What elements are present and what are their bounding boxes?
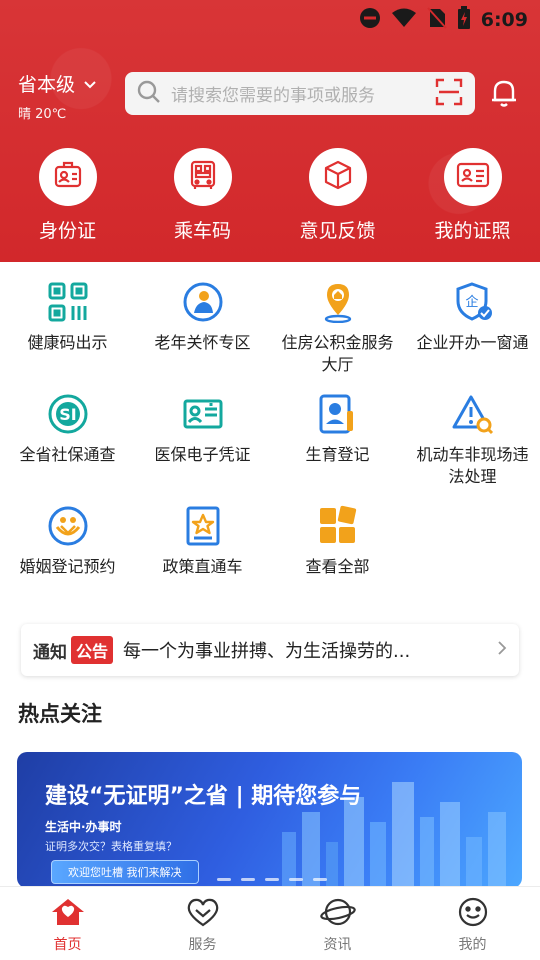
carousel-dots: [217, 878, 327, 881]
service-label: 全省社保通查: [19, 445, 116, 464]
quick-label: 我的证照: [434, 220, 511, 242]
nav-item-me[interactable]: 我的: [405, 887, 540, 960]
service-label: 住房公积金服务大厅: [281, 333, 394, 374]
bottom-nav: 首页 服务 资讯 我的: [0, 886, 540, 960]
medical-card-icon: [181, 392, 225, 436]
heart-service-icon: [185, 897, 221, 931]
marriage-registration-icon: [46, 504, 90, 548]
home-icon: [50, 897, 86, 931]
notice-text: 每一个为事业拼搏、为生活操劳的...: [123, 641, 411, 662]
carousel-dot[interactable]: [241, 878, 255, 881]
service-label: 生育登记: [305, 445, 370, 464]
svg-text:企: 企: [465, 294, 478, 310]
service-view-all[interactable]: 查看全部: [270, 504, 405, 616]
service-health-code[interactable]: 健康码出示: [0, 280, 135, 392]
quick-id-card[interactable]: 身份证: [0, 148, 135, 243]
nav-label: 资讯: [323, 937, 352, 953]
housing-fund-icon: [316, 280, 360, 324]
service-label: 机动车非现场违法处理: [416, 445, 529, 486]
smiley-profile-icon: [455, 897, 491, 931]
service-housing-fund[interactable]: 住房公积金服务大厅: [270, 280, 405, 392]
feedback-box-icon: [322, 159, 354, 195]
services-grid: 健康码出示 老年关怀专区 住房公积金服务大厅 企 企业开办一窗通 SI 全省社保…: [0, 280, 540, 616]
section-title-hot: 热点关注: [18, 702, 102, 726]
nav-label: 我的: [458, 937, 487, 953]
service-marriage[interactable]: 婚姻登记预约: [0, 504, 135, 616]
city-skyline-illustration: [282, 782, 506, 888]
location-name: 省本级: [18, 74, 76, 96]
nav-label: 首页: [53, 937, 82, 953]
quick-actions: 身份证 乘车码 意见反馈 我的证照: [0, 148, 540, 243]
bus-qr-icon: [187, 159, 219, 195]
quick-feedback[interactable]: 意见反馈: [270, 148, 405, 243]
notice-bar[interactable]: 通知 公告 每一个为事业拼搏、为生活操劳的...: [21, 624, 519, 676]
search-icon: [137, 80, 161, 108]
service-birth-registration[interactable]: 生育登记: [270, 392, 405, 504]
notice-tag-left: 通知: [33, 642, 67, 663]
svg-text:SI: SI: [59, 405, 76, 424]
health-code-icon: [46, 280, 90, 324]
battery-icon: [457, 6, 471, 34]
view-all-grid-icon: [316, 504, 360, 548]
weather-text: 晴 20℃: [18, 107, 67, 122]
enterprise-shield-icon: 企: [451, 280, 495, 324]
service-label: 医保电子凭证: [154, 445, 251, 464]
banner-subtitle: 生活中·办事时: [45, 820, 122, 834]
search-placeholder: 请搜索您需要的事项或服务: [171, 86, 375, 106]
news-planet-icon: [319, 897, 356, 931]
status-time: 6:09: [480, 9, 528, 31]
service-label: 查看全部: [305, 557, 370, 576]
chevron-down-icon: [83, 73, 97, 95]
carousel-dot[interactable]: [217, 878, 231, 881]
header-hero: 6:09 省本级 晴 20℃ 请搜索您需要的事项或服务 身份证 乘车码 意见反馈…: [0, 0, 540, 262]
carousel-dot[interactable]: [289, 878, 303, 881]
banner-button[interactable]: 欢迎您吐槽 我们来解决: [51, 860, 199, 884]
service-label: 政策直通车: [162, 557, 243, 576]
do-not-disturb-icon: [359, 7, 381, 33]
status-bar: 6:09: [0, 0, 540, 36]
bell-icon[interactable]: [490, 78, 518, 112]
service-label: 健康码出示: [27, 333, 108, 352]
location-selector[interactable]: 省本级 晴 20℃: [18, 70, 97, 122]
nav-item-service[interactable]: 服务: [135, 887, 270, 960]
service-elderly-care[interactable]: 老年关怀专区: [135, 280, 270, 392]
service-enterprise[interactable]: 企 企业开办一窗通: [405, 280, 540, 392]
banner-line2: 证明多次交？表格重复填？: [45, 840, 177, 853]
quick-label: 意见反馈: [299, 220, 376, 242]
quick-label: 身份证: [38, 220, 96, 242]
service-label: 企业开办一窗通: [416, 333, 529, 352]
no-sim-icon: [426, 7, 447, 33]
chevron-right-icon: [497, 640, 507, 661]
service-medical-card[interactable]: 医保电子凭证: [135, 392, 270, 504]
wifi-icon: [391, 8, 417, 32]
birth-registration-icon: [316, 392, 360, 436]
carousel-dot[interactable]: [313, 878, 327, 881]
social-security-icon: SI: [46, 392, 90, 436]
carousel-dot[interactable]: [265, 878, 279, 881]
banner-title: 建设“无证明”之省 | 期待您参与: [45, 784, 362, 809]
app-root: 6:09 省本级 晴 20℃ 请搜索您需要的事项或服务 身份证 乘车码 意见反馈…: [0, 0, 540, 960]
quick-bus-code[interactable]: 乘车码: [135, 148, 270, 243]
notice-tag-right: 公告: [71, 636, 114, 664]
service-vehicle-violation[interactable]: 机动车非现场违法处理: [405, 392, 540, 504]
quick-label: 乘车码: [173, 220, 231, 242]
search-input[interactable]: 请搜索您需要的事项或服务: [125, 72, 475, 115]
nav-item-news[interactable]: 资讯: [270, 887, 405, 960]
service-label: 老年关怀专区: [154, 333, 251, 352]
nav-item-home[interactable]: 首页: [0, 887, 135, 960]
service-policy[interactable]: 政策直通车: [135, 504, 270, 616]
id-badge-icon: [52, 159, 84, 195]
license-card-icon: [456, 161, 490, 193]
nav-label: 服务: [188, 937, 217, 953]
hot-banner[interactable]: 建设“无证明”之省 | 期待您参与 生活中·办事时 证明多次交？表格重复填？ 欢…: [17, 752, 522, 888]
scan-icon[interactable]: [435, 78, 463, 110]
vehicle-violation-icon: [451, 392, 495, 436]
service-label: 婚姻登记预约: [19, 557, 116, 576]
policy-express-icon: [181, 504, 225, 548]
elderly-care-icon: [181, 280, 225, 324]
quick-my-licenses[interactable]: 我的证照: [405, 148, 540, 243]
service-social-security[interactable]: SI 全省社保通查: [0, 392, 135, 504]
